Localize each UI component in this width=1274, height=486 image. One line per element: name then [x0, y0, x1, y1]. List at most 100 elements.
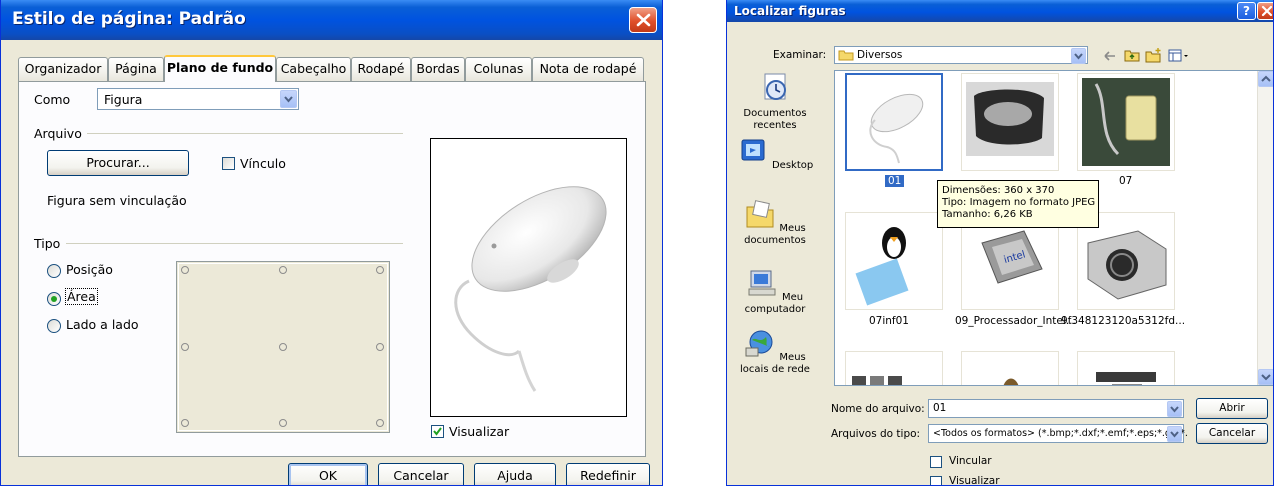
visualizar-label: Visualizar [449, 424, 510, 439]
title-bar[interactable]: Estilo de página: Padrão [1, 0, 662, 40]
position-center[interactable] [279, 343, 287, 351]
tab-pagina[interactable]: Página [108, 57, 164, 81]
help-button[interactable]: ? [1237, 2, 1256, 20]
tab-nota-de-rodape[interactable]: Nota de rodapé [532, 57, 644, 81]
chevron-up-icon [1261, 75, 1271, 82]
radio-area[interactable] [47, 292, 61, 306]
tab-plano-de-fundo[interactable]: Plano de fundo [164, 55, 276, 82]
como-value: Figura [104, 92, 143, 107]
device-thumbnail [1082, 78, 1170, 166]
position-middle-left[interactable] [181, 343, 189, 351]
desktop-icon [741, 139, 765, 161]
open-button[interactable]: Abrir [1196, 398, 1268, 419]
vertical-scrollbar[interactable] [1257, 71, 1273, 385]
filetype-select[interactable]: <Todos os formatos> (*.bmp;*.dxf;*.emf;*… [928, 424, 1188, 443]
scroll-up-button[interactable] [1258, 71, 1273, 87]
tab-rodape[interactable]: Rodapé [351, 57, 411, 81]
file-name-01[interactable]: 01 [885, 175, 905, 187]
mouse-thumbnail [869, 93, 924, 164]
tab-bordas[interactable]: Bordas [411, 57, 465, 81]
filename-value: 01 [933, 402, 947, 414]
radio-selected-dot [51, 296, 57, 302]
file-info-tooltip: Dimensões: 360 x 370 Tipo: Imagem no for… [937, 180, 1099, 228]
ok-button[interactable]: OK [288, 463, 368, 485]
file-name-07inf01[interactable]: 07inf01 [869, 315, 909, 327]
cancel-button[interactable]: Cancelar [378, 463, 464, 485]
new-folder-icon[interactable] [1145, 47, 1163, 63]
dropdown-arrow[interactable] [280, 90, 297, 108]
file-name-processador[interactable]: 09_Processador_Intel... [955, 315, 1076, 327]
place-label: Desktop [771, 160, 814, 171]
filename-input[interactable]: 01 [928, 399, 1184, 418]
dropdown-arrow[interactable] [1167, 401, 1182, 417]
tab-organizador[interactable]: Organizador [18, 57, 108, 81]
reset-button[interactable]: Redefinir [566, 463, 650, 485]
vincular-checkbox[interactable] [930, 456, 942, 468]
visualizar-checkbox[interactable] [930, 476, 942, 485]
cancel-button[interactable]: Cancelar [1196, 423, 1268, 444]
file-thumbnail[interactable] [845, 351, 943, 385]
filetype-value: <Todos os formatos> (*.bmp;*.dxf;*.emf;*… [933, 428, 1188, 439]
examinar-label: Examinar: [773, 49, 827, 61]
file-thumbnail-07inf01[interactable] [845, 212, 943, 310]
place-my-computer[interactable]: Meu computador [731, 268, 819, 316]
help-button[interactable]: Ajuda [474, 463, 556, 485]
close-button[interactable] [1257, 2, 1273, 20]
position-bottom-right[interactable] [376, 419, 384, 427]
vinculo-checkbox[interactable] [222, 157, 235, 170]
chevron-down-icon [1261, 374, 1271, 381]
place-label: Documentos recentes [743, 108, 807, 131]
tipo-label: Tipo [34, 236, 61, 251]
dropdown-arrow[interactable] [1071, 48, 1086, 64]
preview-pane [430, 138, 627, 417]
back-icon[interactable] [1103, 49, 1117, 63]
file-thumbnail-01[interactable] [845, 73, 943, 171]
position-top-left[interactable] [181, 266, 189, 274]
chevron-down-icon [284, 96, 293, 103]
tooltip-dimensions: Dimensões: 360 x 370 [942, 185, 1055, 196]
radio-posicao[interactable] [47, 264, 61, 278]
chevron-down-icon [1170, 431, 1179, 438]
file-name-07[interactable]: 07 [1119, 175, 1132, 187]
visualizar-label: Visualizar [949, 475, 1000, 486]
close-button[interactable] [629, 7, 657, 33]
position-bottom-left[interactable] [181, 419, 189, 427]
vinculo-label: Vínculo [240, 156, 286, 171]
como-select[interactable]: Figura [97, 88, 299, 110]
position-top-center[interactable] [279, 266, 287, 274]
photo-thumbnail [966, 82, 1054, 156]
file-thumbnail-07[interactable] [1077, 73, 1175, 171]
filetype-label: Arquivos do tipo: [831, 428, 921, 440]
examinar-value: Diversos [857, 49, 903, 61]
dialog-title: Estilo de página: Padrão [12, 9, 246, 29]
view-menu-icon[interactable] [1168, 49, 1190, 63]
radio-lado-a-lado[interactable] [47, 319, 61, 333]
place-recent-documents[interactable]: Documentos recentes [731, 72, 819, 132]
place-desktop[interactable]: Desktop [731, 136, 819, 172]
procurar-button[interactable]: Procurar... [47, 150, 189, 176]
position-middle-right[interactable] [376, 343, 384, 351]
place-my-documents[interactable]: Meus documentos [731, 199, 819, 247]
up-folder-icon[interactable] [1124, 47, 1140, 63]
file-name-9f348[interactable]: 9f348123120a5312fd... [1061, 315, 1185, 327]
close-icon [636, 13, 651, 27]
tab-cabecalho[interactable]: Cabeçalho [276, 57, 351, 81]
filename-label: Nome do arquivo: [831, 403, 925, 415]
scroll-down-button[interactable] [1258, 369, 1273, 385]
examinar-select[interactable]: Diversos [834, 46, 1088, 64]
file-thumbnail[interactable] [961, 351, 1059, 385]
checkmark-icon [433, 427, 442, 436]
photo-thumbnail [1096, 372, 1156, 385]
dropdown-arrow[interactable] [1167, 426, 1182, 442]
file-thumbnail[interactable] [961, 73, 1059, 171]
position-bottom-center[interactable] [279, 419, 287, 427]
position-top-right[interactable] [376, 266, 384, 274]
radio-posicao-label: Posição [66, 262, 113, 277]
file-thumbnail[interactable] [1077, 351, 1175, 385]
place-network[interactable]: Meus locais de rede [731, 328, 819, 376]
visualizar-checkbox[interactable] [431, 425, 444, 438]
tab-colunas[interactable]: Colunas [465, 57, 532, 81]
title-bar[interactable]: Localizar figuras ? [727, 0, 1273, 22]
dialog-title: Localizar figuras [734, 4, 846, 18]
network-globe-icon [745, 330, 773, 357]
